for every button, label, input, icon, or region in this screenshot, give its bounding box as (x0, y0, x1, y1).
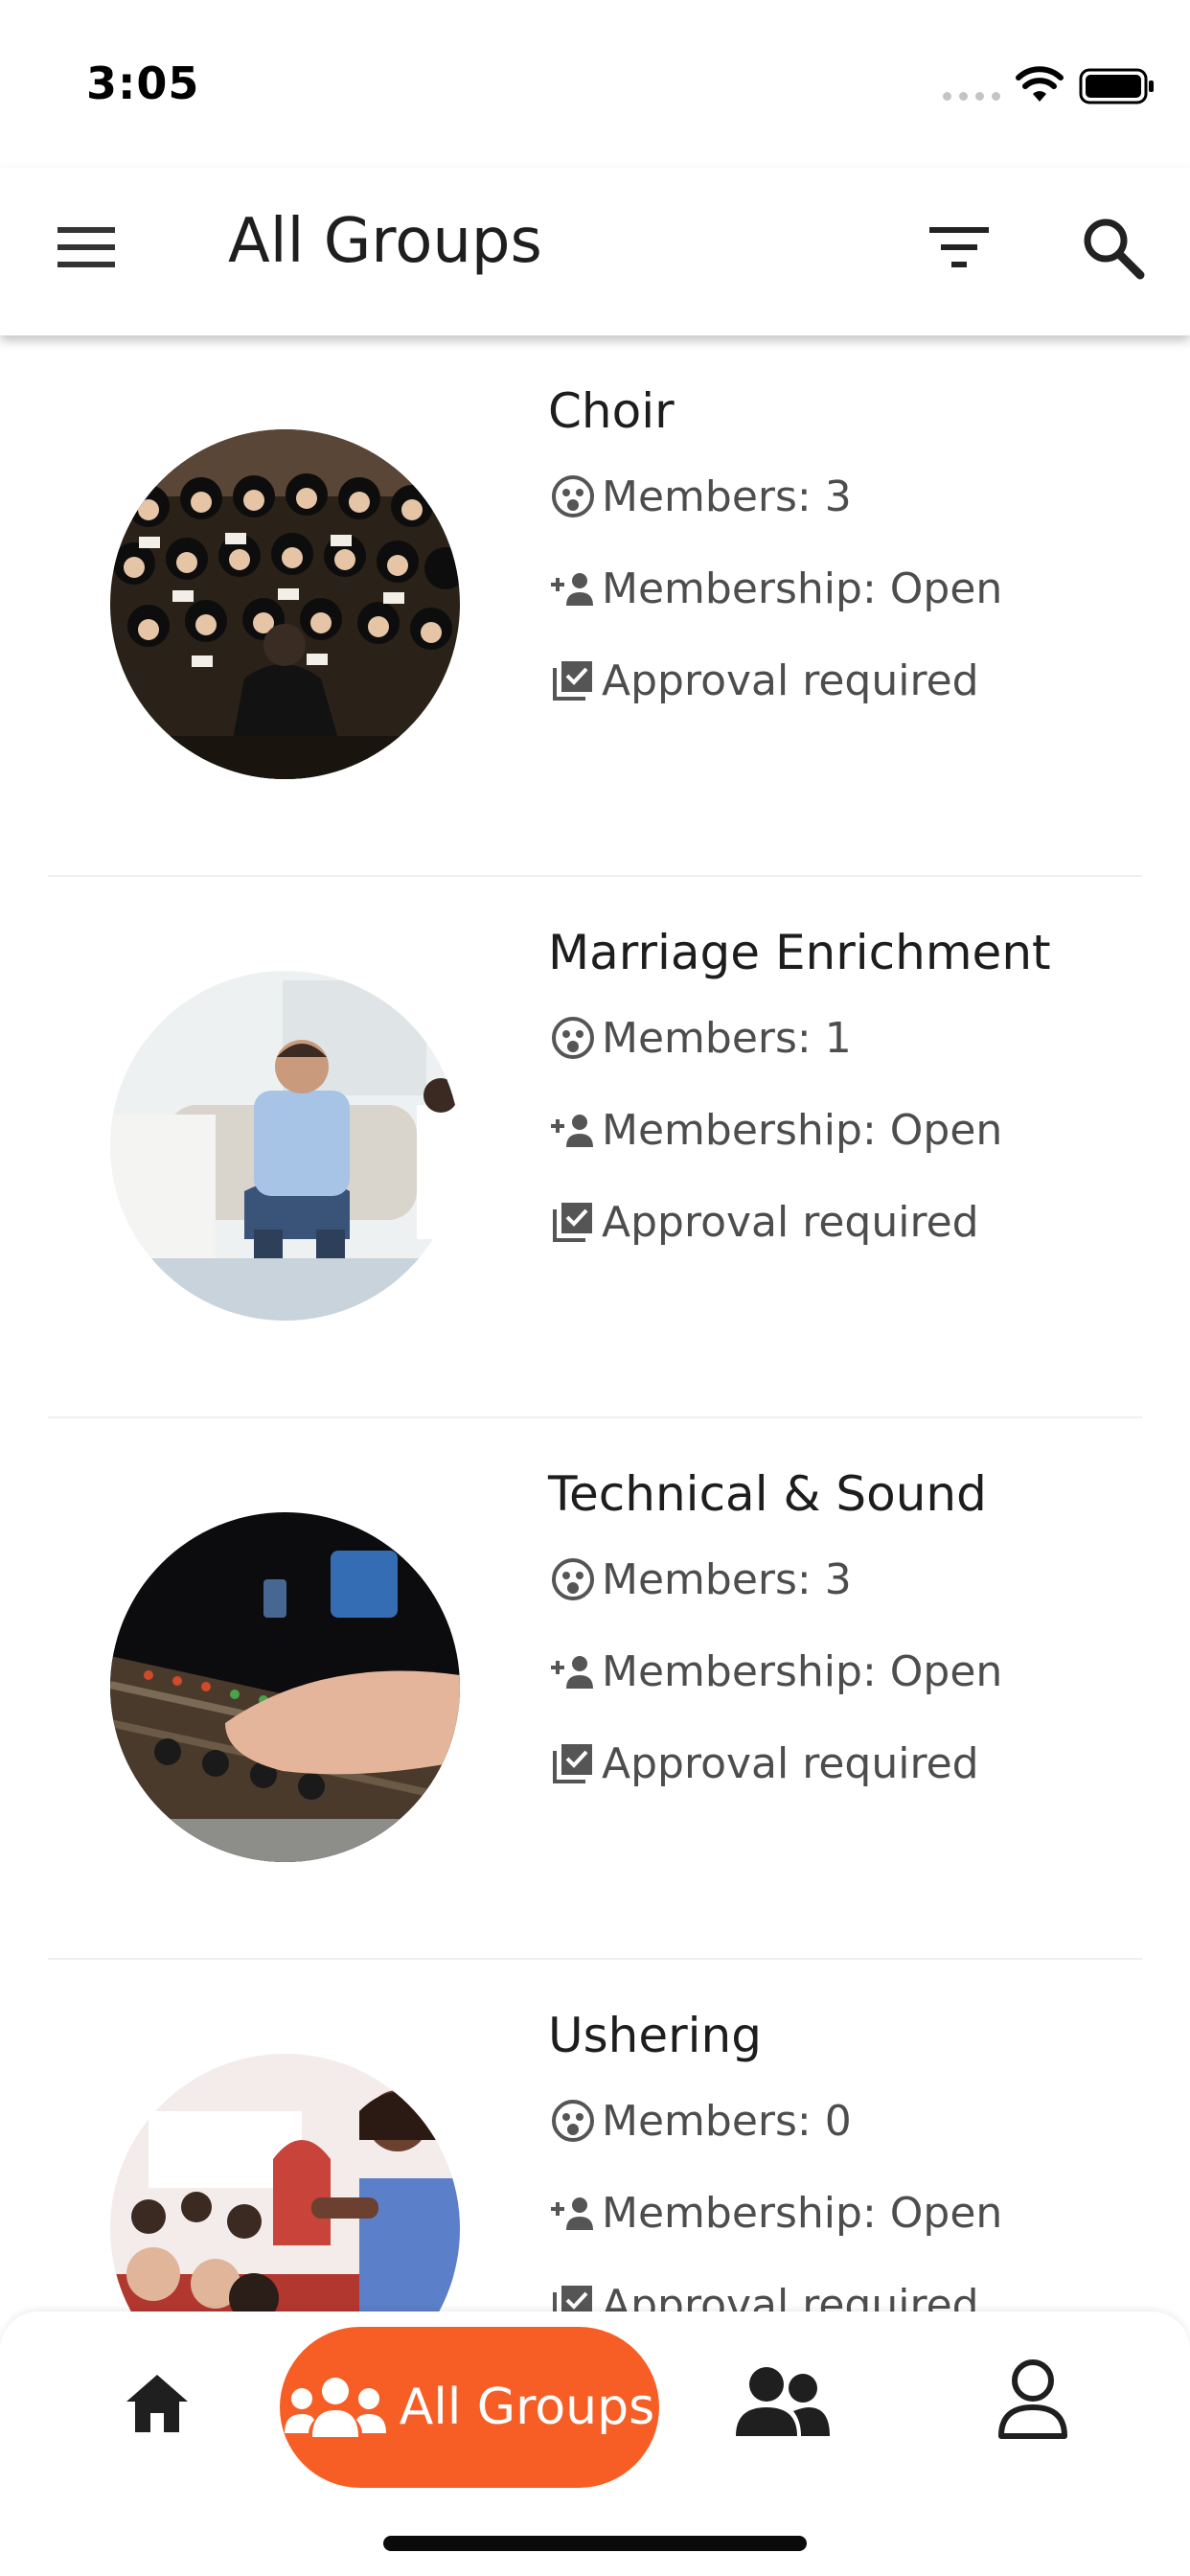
add-person-icon (548, 1105, 598, 1155)
add-person-icon (548, 564, 598, 613)
members-label: Members: (602, 1554, 812, 1604)
choir-photo (110, 429, 460, 779)
membership-row: Membership: Open (548, 564, 1002, 613)
members-value: 3 (824, 472, 852, 521)
members-value: 0 (824, 2096, 852, 2146)
members-value: 3 (824, 1554, 852, 1604)
members-icon (548, 472, 598, 521)
wifi-icon (1016, 66, 1064, 102)
membership-label: Membership: (602, 2188, 877, 2238)
membership-value: Open (889, 1105, 1003, 1155)
home-indicator (383, 2536, 807, 2551)
approval-row: Approval required (548, 1738, 979, 1788)
approval-check-icon (548, 1738, 598, 1788)
search-icon[interactable] (1079, 214, 1148, 283)
mixing-console-photo (110, 1512, 460, 1862)
group-name: Technical & Sound (548, 1466, 987, 1522)
page-title: All Groups (228, 206, 542, 277)
nav-all-groups[interactable]: All Groups (280, 2327, 659, 2488)
members-row: Members: 1 (548, 1013, 852, 1063)
members-label: Members: (602, 2096, 812, 2146)
menu-icon[interactable] (56, 223, 117, 271)
battery-icon (1079, 68, 1154, 104)
members-row: Members: 3 (548, 1554, 852, 1604)
membership-label: Membership: (602, 1105, 877, 1155)
group-avatar (110, 2054, 460, 2319)
members-row: Members: 0 (548, 2096, 852, 2146)
membership-value: Open (889, 1646, 1003, 1696)
membership-value: Open (889, 564, 1003, 613)
group-list: Choir Members: 3 Membership: Open Approv… (0, 335, 1190, 2319)
members-row: Members: 3 (548, 472, 852, 521)
usher-photo (110, 2054, 460, 2319)
profile-icon[interactable] (996, 2358, 1069, 2440)
members-icon (548, 1013, 598, 1063)
group-card-marriage-enrichment[interactable]: Marriage Enrichment Members: 1 Membershi… (0, 877, 1190, 1418)
counseling-photo (110, 971, 460, 1321)
membership-label: Membership: (602, 1646, 877, 1696)
app-bar: All Groups (0, 168, 1190, 335)
group-card-choir[interactable]: Choir Members: 3 Membership: Open Approv… (0, 335, 1190, 877)
group-avatar (110, 429, 460, 779)
add-person-icon (548, 1646, 598, 1696)
approval-check-icon (548, 656, 598, 705)
approval-text: Approval required (602, 656, 979, 705)
members-icon (548, 2096, 598, 2146)
status-bar: 3:05 (0, 0, 1190, 168)
membership-row: Membership: Open (548, 1105, 1002, 1155)
members-label: Members: (602, 472, 812, 521)
all-groups-icon (284, 2378, 386, 2437)
membership-label: Membership: (602, 564, 877, 613)
approval-row: Approval required (548, 1197, 979, 1247)
members-label: Members: (602, 1013, 812, 1063)
add-person-icon (548, 2188, 598, 2238)
group-card-ushering[interactable]: Ushering Members: 0 Membership: Open App… (0, 1960, 1190, 2319)
approval-text: Approval required (602, 1738, 979, 1788)
filter-icon[interactable] (927, 221, 991, 271)
home-icon[interactable] (123, 2369, 192, 2438)
members-value: 1 (824, 1013, 852, 1063)
group-avatar (110, 1512, 460, 1862)
group-avatar (110, 971, 460, 1321)
approval-row: Approval required (548, 656, 979, 705)
members-icon (548, 1554, 598, 1604)
cellular-signal-icon (943, 92, 1000, 101)
approval-text: Approval required (602, 1197, 979, 1247)
group-name: Choir (548, 383, 675, 439)
membership-row: Membership: Open (548, 1646, 1002, 1696)
membership-row: Membership: Open (548, 2188, 1002, 2238)
my-groups-icon[interactable] (734, 2365, 830, 2438)
approval-check-icon (548, 1197, 598, 1247)
status-time: 3:05 (86, 58, 200, 109)
nav-all-groups-label: All Groups (399, 2379, 655, 2436)
membership-value: Open (889, 2188, 1003, 2238)
group-name: Ushering (548, 2008, 762, 2063)
group-name: Marriage Enrichment (548, 925, 1051, 980)
group-card-technical-sound[interactable]: Technical & Sound Members: 3 Membership:… (0, 1418, 1190, 1960)
